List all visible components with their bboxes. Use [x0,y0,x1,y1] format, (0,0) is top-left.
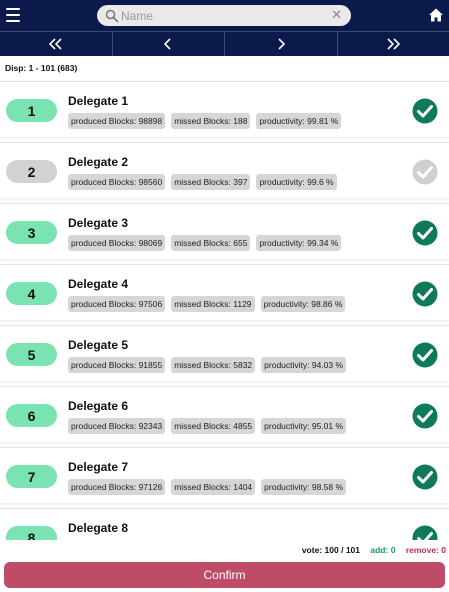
produced-blocks-tag: produced Blocks: 98069 [68,235,166,251]
vote-check-icon[interactable] [412,220,438,246]
search-input[interactable] [121,7,321,24]
productivity-tag: productivity: 94.03 % [261,357,347,373]
pager [0,31,449,56]
remove-label: remove: [405,545,439,555]
chevron-right-icon [278,38,285,50]
vote-separator: / [341,545,344,555]
delegate-name: Delegate 1 [68,94,129,108]
rank-badge: 1 [6,99,57,122]
vote-check-icon[interactable] [412,98,438,124]
footer: vote: 100 / 101 add: 0 remove: 0 Confirm [0,540,449,592]
rank-badge: 4 [6,282,57,305]
missed-blocks-tag: missed Blocks: 5832 [171,357,256,373]
delegate-card[interactable]: 1 Delegate 1 produced Blocks: 98898 miss… [0,81,449,137]
vote-check-icon[interactable] [412,281,438,307]
delegate-card[interactable]: 5 Delegate 5 produced Blocks: 91855 miss… [0,325,449,381]
vote-summary: vote: 100 / 101 add: 0 remove: 0 [302,545,446,555]
chevron-left-icon [164,38,171,50]
vote-total: 101 [345,545,360,555]
home-icon[interactable] [428,7,444,23]
remove-count: 0 [441,545,446,555]
delegate-name: Delegate 3 [68,216,129,230]
produced-blocks-tag: produced Blocks: 98560 [68,174,166,190]
vote-count: 100 [324,545,339,555]
delegate-name: Delegate 5 [68,338,129,352]
productivity-tag: productivity: 95.01 % [261,418,347,434]
missed-blocks-tag: missed Blocks: 655 [171,235,251,251]
delegate-card[interactable]: 3 Delegate 3 produced Blocks: 98069 miss… [0,203,449,259]
vote-check-icon[interactable] [412,525,438,540]
missed-blocks-tag: missed Blocks: 188 [171,113,251,129]
rank-badge: 5 [6,343,57,366]
rank-badge: 8 [6,526,57,540]
missed-blocks-tag: missed Blocks: 1129 [171,296,255,312]
vote-check-icon[interactable] [412,464,438,490]
vote-check-icon[interactable] [412,342,438,368]
produced-blocks-tag: produced Blocks: 98898 [68,113,166,129]
rank-badge: 2 [6,160,57,183]
search-icon [105,9,119,23]
next-page-button[interactable] [224,32,337,56]
last-page-button[interactable] [336,32,449,56]
delegate-name: Delegate 8 [68,521,129,535]
delegate-name: Delegate 6 [68,399,129,413]
rank-badge: 7 [6,465,57,488]
missed-blocks-tag: missed Blocks: 1404 [171,479,256,495]
delegate-card[interactable]: 4 Delegate 4 produced Blocks: 97506 miss… [0,264,449,320]
add-count: 0 [390,545,396,555]
productivity-tag: productivity: 99.34 % [256,235,342,251]
clear-icon[interactable]: ✕ [331,8,342,22]
delegate-card[interactable]: 2 Delegate 2 produced Blocks: 98560 miss… [0,142,449,198]
missed-blocks-tag: missed Blocks: 397 [171,174,251,190]
delegate-name: Delegate 7 [68,460,129,474]
double-chevron-left-icon [48,38,62,50]
top-bar: ✕ [0,0,449,31]
productivity-tag: productivity: 99.6 % [256,174,337,190]
delegate-list: 1 Delegate 1 produced Blocks: 98898 miss… [0,77,449,540]
delegate-name: Delegate 2 [68,155,129,169]
display-range: Disp: 1 - 101 (683) [5,63,78,73]
vote-check-icon-unselected[interactable] [412,159,438,185]
produced-blocks-tag: produced Blocks: 97126 [68,479,166,495]
productivity-tag: productivity: 99.81 % [256,113,342,129]
delegate-card[interactable]: 6 Delegate 6 produced Blocks: 92343 miss… [0,386,449,442]
hamburger-menu-icon[interactable] [6,8,20,22]
rank-badge: 3 [6,221,57,244]
delegate-card[interactable]: 8 Delegate 8 [0,508,449,540]
delegate-name: Delegate 4 [68,277,129,291]
add-label: add: [370,545,389,555]
first-page-button[interactable] [0,32,112,56]
delegate-card[interactable]: 7 Delegate 7 produced Blocks: 97126 miss… [0,447,449,503]
vote-label: vote: [301,545,323,555]
vote-check-icon[interactable] [412,403,438,429]
confirm-button[interactable]: Confirm [4,562,445,588]
produced-blocks-tag: produced Blocks: 97506 [68,296,166,312]
produced-blocks-tag: produced Blocks: 91855 [68,357,166,373]
search-bar[interactable]: ✕ [97,5,351,26]
produced-blocks-tag: produced Blocks: 92343 [68,418,166,434]
double-chevron-right-icon [387,38,401,50]
rank-badge: 6 [6,404,57,427]
prev-page-button[interactable] [111,32,225,56]
missed-blocks-tag: missed Blocks: 4855 [171,418,256,434]
productivity-tag: productivity: 98.86 % [260,296,346,312]
productivity-tag: productivity: 98.58 % [261,479,347,495]
